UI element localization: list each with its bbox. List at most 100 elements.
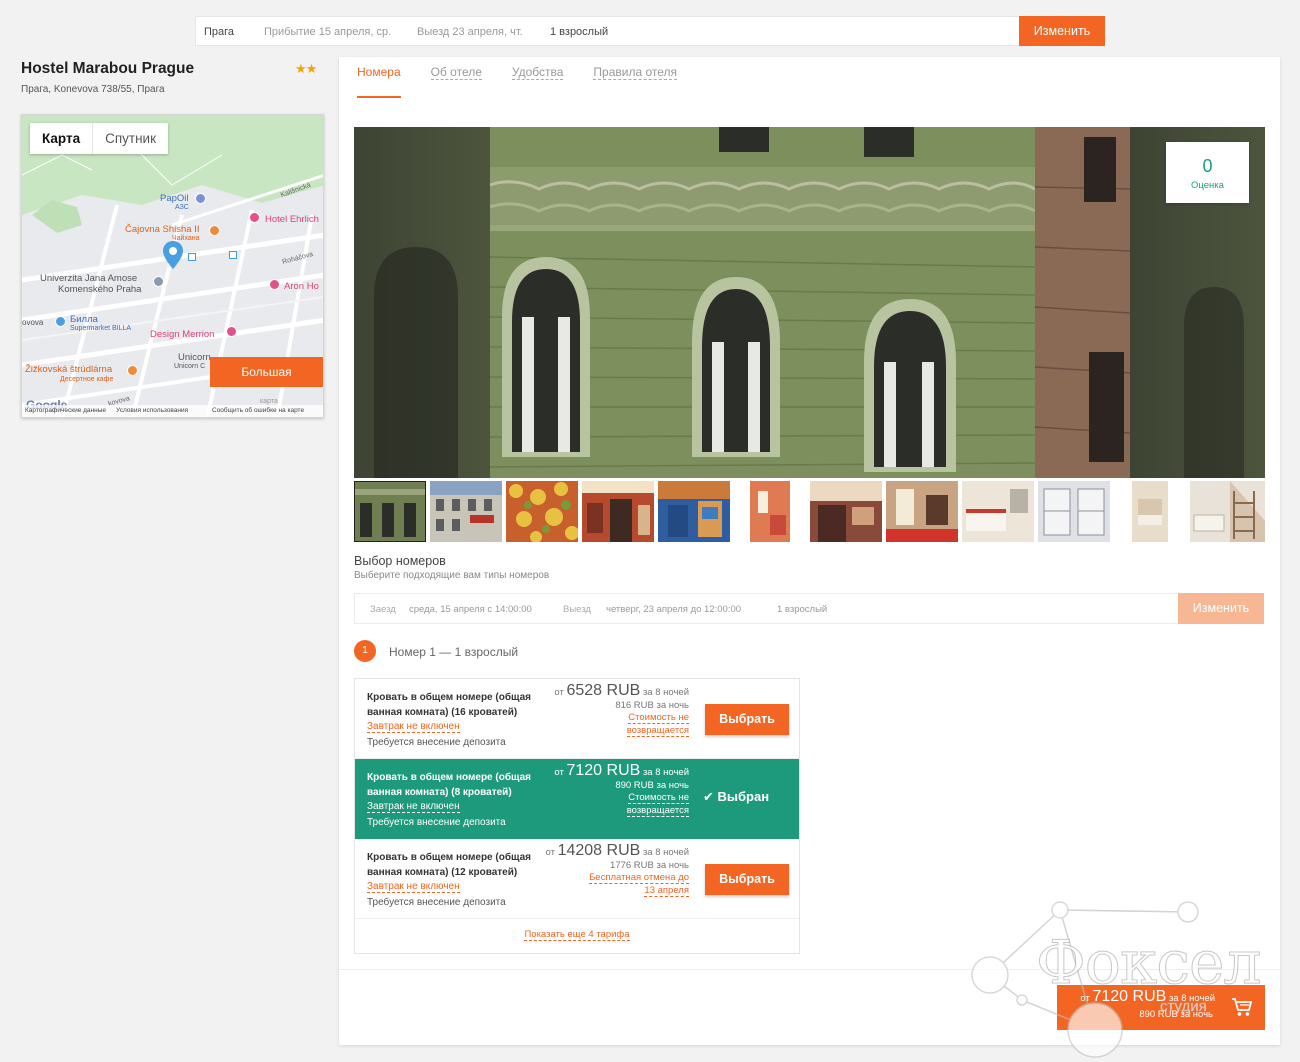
select-rate-button[interactable]: Выбрать <box>705 704 789 735</box>
search-city[interactable]: Прага <box>204 26 234 38</box>
hotel-address: Прага, Konevova 738/55, Прага <box>21 84 165 95</box>
photo-thumbnail[interactable] <box>430 481 502 542</box>
rate-per-night: 1776 RUB за ночь <box>610 859 689 871</box>
photo-thumbnail[interactable] <box>658 481 730 542</box>
deposit-info: Требуется внесение депозита <box>367 817 506 828</box>
map-label-ehrlich: Hotel Ehrlich <box>265 214 319 225</box>
rate-price-total: 6528 RUB <box>566 682 641 699</box>
cafe-icon[interactable] <box>209 225 220 236</box>
rate-per-night: 816 RUB за ночь <box>615 699 689 711</box>
search-change-button[interactable]: Изменить <box>1019 16 1105 46</box>
checkin-value[interactable]: среда, 15 апреля с 14:00:00 <box>409 604 532 615</box>
room-number-badge: 1 <box>354 640 376 662</box>
photo-thumbnail[interactable] <box>506 481 578 542</box>
rate-price-total: 14208 RUB <box>557 842 641 859</box>
map-footer-data[interactable]: Картографические данные <box>25 407 106 414</box>
map-label-billa-sub: Supermarket BILLA <box>70 325 132 332</box>
cancel-policy[interactable]: возвращается <box>626 724 689 737</box>
map-footer-report[interactable]: Сообщить об ошибке на карте <box>212 407 304 414</box>
rates-list: Кровать в общем номере (общая ванная ком… <box>354 678 800 954</box>
map-label-papoil: PapOil <box>160 193 189 204</box>
photo-thumbnail[interactable] <box>886 481 958 542</box>
map-enlarge-button[interactable]: Большая <box>210 357 323 387</box>
checkout-value[interactable]: четверг, 23 апреля до 12:00:00 <box>606 604 741 615</box>
room-label: Номер 1 — 1 взрослый <box>389 645 519 659</box>
map-label-azs: АЗС <box>175 204 189 211</box>
show-more-rates-link[interactable]: Показать еще 4 тарифа <box>355 929 799 941</box>
map-footer-terms[interactable]: Условия использования <box>116 407 188 414</box>
map-label-cajovna: Čajovna Shisha II <box>125 224 200 235</box>
photo-thumbnail[interactable] <box>1038 481 1110 542</box>
checkin-label: Заезд <box>370 604 396 615</box>
cafe-icon[interactable] <box>127 365 138 376</box>
rate-price-total: 7120 RUB <box>566 762 641 779</box>
photo-thumbnail[interactable] <box>1190 481 1265 542</box>
map-label-billa: Билла <box>70 314 98 325</box>
guests-value[interactable]: 1 взрослый <box>777 604 827 615</box>
hotel-poi-icon[interactable] <box>249 212 260 223</box>
map-label-zizkovska-sub: Десертное кафе <box>60 376 114 383</box>
deposit-info: Требуется внесение депозита <box>367 737 506 748</box>
cancel-policy[interactable]: возвращается <box>626 804 689 817</box>
tab-rooms[interactable]: Номера <box>357 65 401 98</box>
bus-stop-icon <box>229 251 237 259</box>
photo-thumbnail[interactable] <box>582 481 654 542</box>
hotel-main-photo[interactable]: 0 Оценка <box>354 127 1265 478</box>
breakfast-info[interactable]: Завтрак не включен <box>367 801 460 813</box>
tab-rules[interactable]: Правила отеля <box>593 65 678 98</box>
map-label-unicorn-sub: Unicorn C <box>174 363 206 370</box>
photo-thumbnail[interactable] <box>962 481 1034 542</box>
fuel-icon[interactable] <box>195 193 206 204</box>
rate-row: Кровать в общем номере (общая ванная ком… <box>355 679 799 759</box>
cancel-policy[interactable]: Бесплатная отмена до <box>589 872 689 884</box>
rate-name: Кровать в общем номере (общая ванная ком… <box>367 772 531 798</box>
hotel-name: Hostel Marabou Prague <box>21 60 195 77</box>
search-bar: Прага Прибытие 15 апреля, ср. Выезд 23 а… <box>195 16 1105 46</box>
shop-icon[interactable] <box>55 316 66 327</box>
selected-rate-indicator[interactable]: ✔ Выбран <box>703 789 769 805</box>
school-icon[interactable] <box>153 276 164 287</box>
dates-change-button[interactable]: Изменить <box>1178 593 1264 624</box>
breakfast-info[interactable]: Завтрак не включен <box>367 881 460 893</box>
search-guests[interactable]: 1 взрослый <box>550 26 608 38</box>
hotel-poi-icon[interactable] <box>226 326 237 337</box>
deposit-info: Требуется внесение депозита <box>367 897 506 908</box>
search-arrival[interactable]: Прибытие 15 апреля, ср. <box>264 26 391 38</box>
bus-stop-icon <box>188 253 196 261</box>
map-label-karta: карта <box>260 398 278 405</box>
cancel-policy[interactable]: 13 апреля <box>644 884 689 897</box>
photo-thumbnail[interactable] <box>354 481 426 542</box>
tab-amenities[interactable]: Удобства <box>511 65 564 98</box>
search-departure[interactable]: Выезд 23 апреля, чт. <box>417 26 523 38</box>
location-pin-icon[interactable] <box>163 241 183 269</box>
hotel-tabs: Номера Об отеле Удобства Правила отеля <box>357 65 707 98</box>
room-selection-title: Выбор номеров <box>354 554 446 568</box>
hotel-map[interactable]: Карта Спутник PapOil АЗС Kališnická Hote… <box>21 114 324 418</box>
map-label-vova: ovova <box>22 318 44 327</box>
map-tab-map[interactable]: Карта <box>30 123 94 154</box>
checkout-label: Выезд <box>563 604 591 615</box>
breakfast-info[interactable]: Завтрак не включен <box>367 721 460 733</box>
rating-badge: 0 Оценка <box>1166 142 1249 203</box>
map-tab-satellite[interactable]: Спутник <box>93 123 168 154</box>
watermark-subtitle: студия <box>1160 998 1207 1016</box>
watermark-text: Фоксел <box>1036 928 1263 999</box>
dates-bar: Заезд среда, 15 апреля с 14:00:00 Выезд … <box>354 593 1264 624</box>
rate-price: от 14208 RUB за 8 ночей 1776 RUB за ночь… <box>545 842 689 897</box>
photo-thumbnail[interactable] <box>734 481 806 542</box>
cancel-policy[interactable]: Стоимость не <box>628 792 689 804</box>
photo-thumbnail[interactable] <box>1114 481 1186 542</box>
cancel-policy[interactable]: Стоимость не <box>628 712 689 724</box>
hotel-poi-icon[interactable] <box>269 279 280 290</box>
rate-name: Кровать в общем номере (общая ванная ком… <box>367 692 531 718</box>
map-label-design: Design Merrion <box>150 329 215 340</box>
rate-row-selected: Кровать в общем номере (общая ванная ком… <box>355 759 799 839</box>
room-selection-subtitle: Выберите подходящие вам типы номеров <box>354 570 550 581</box>
cart-icon <box>1232 998 1253 1016</box>
map-type-toggle: Карта Спутник <box>30 123 169 154</box>
map-label-unicorn: Unicorn <box>178 352 211 363</box>
tab-about[interactable]: Об отеле <box>430 65 482 98</box>
select-rate-button[interactable]: Выбрать <box>705 864 789 895</box>
photo-thumbnail[interactable] <box>810 481 882 542</box>
hotel-card: Номера Об отеле Удобства Правила отеля 0… <box>339 57 1280 1045</box>
